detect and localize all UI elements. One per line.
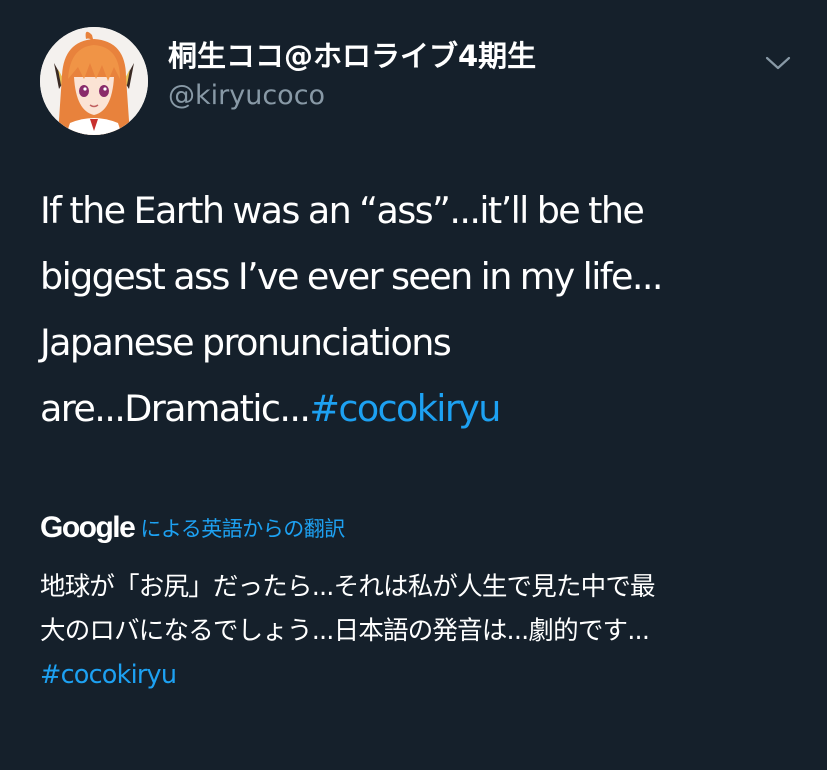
user-avatar[interactable] — [40, 27, 148, 135]
translated-hashtag-link[interactable]: #cocokiryu — [40, 653, 810, 697]
tweet-text: If the Earth was an “ass”...it’ll be the… — [40, 178, 800, 442]
avatar-illustration — [40, 27, 148, 135]
translated-text: 地球が「お尻」だったら...それは私が人生で見た中で最 大のロバになるでしょう.… — [40, 565, 810, 697]
translated-line: 地球が「お尻」だったら...それは私が人生で見た中で最 — [40, 572, 656, 602]
google-logo: Google — [40, 511, 136, 544]
chevron-down-icon[interactable] — [763, 52, 793, 74]
translation-source-link[interactable]: による英語からの翻訳 — [140, 513, 345, 543]
tweet-line: If the Earth was an “ass”...it’ll be the — [40, 189, 645, 232]
hashtag-link[interactable]: #cocokiryu — [309, 387, 501, 430]
translation-header: Google による英語からの翻訳 — [40, 506, 345, 550]
user-display-name[interactable]: 桐生ココ@ホロライブ4期生 — [168, 36, 536, 76]
tweet-line: are...Dramatic...#cocokiryu — [40, 376, 800, 442]
translated-line: 大のロバになるでしょう...日本語の発音は...劇的です... — [40, 616, 650, 646]
user-handle[interactable]: @kiryucoco — [168, 78, 325, 114]
tweet-line: Japanese pronunciations — [40, 321, 452, 364]
tweet-line-text: are...Dramatic... — [40, 387, 311, 430]
tweet-line: biggest ass I’ve ever seen in my life... — [40, 255, 663, 298]
